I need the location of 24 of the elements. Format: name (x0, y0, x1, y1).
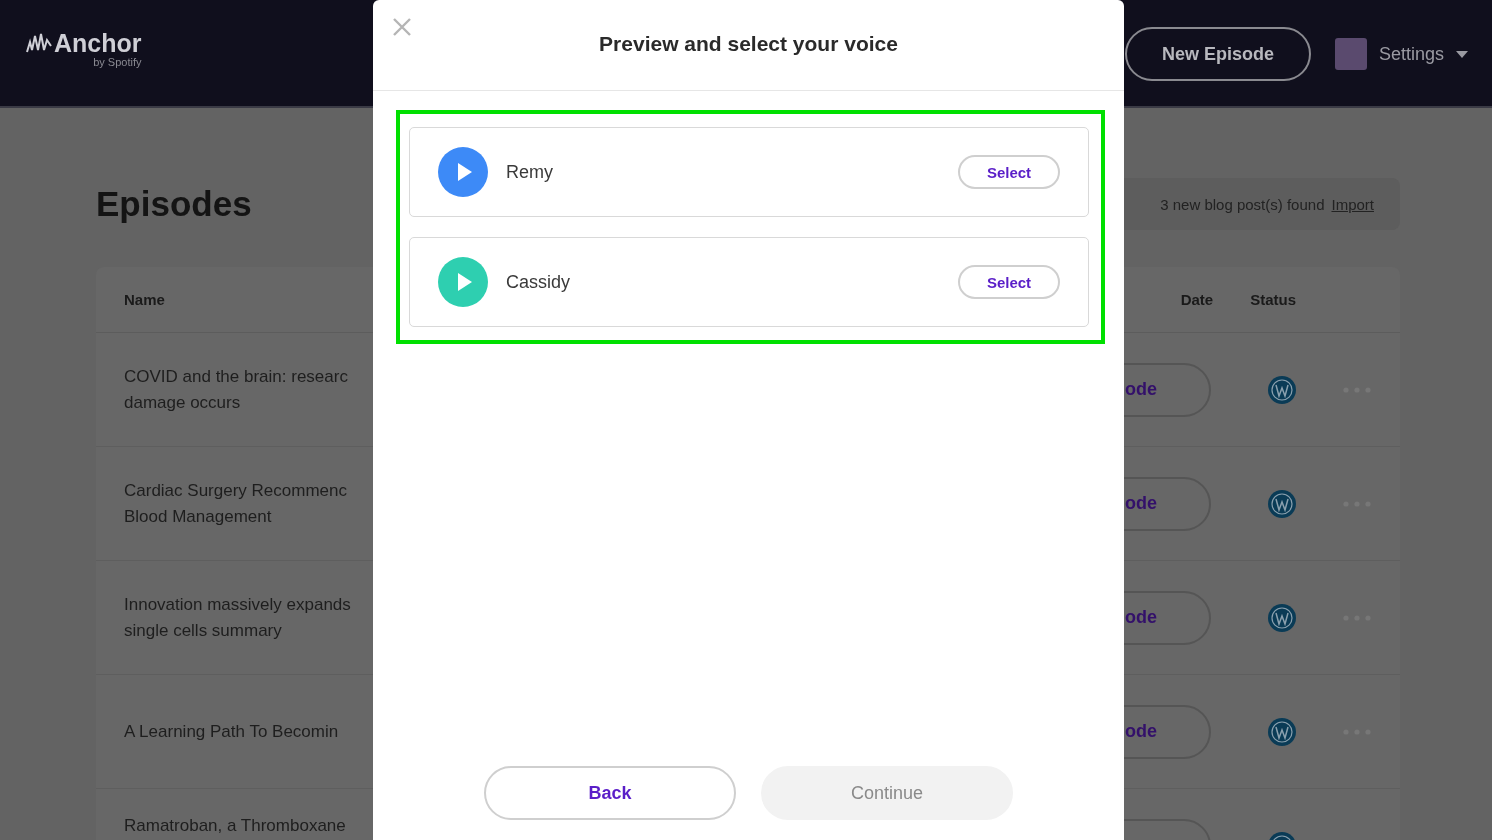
sound-wave-logo-icon (26, 32, 52, 54)
notice-text: 3 new blog post(s) found (1160, 195, 1325, 213)
settings-menu[interactable]: Settings (1378, 43, 1444, 65)
voice-name: Remy (506, 161, 554, 183)
select-button[interactable]: Select (958, 155, 1060, 189)
wordpress-icon (1267, 602, 1297, 633)
logo-text[interactable]: Anchor (54, 30, 142, 56)
wordpress-icon (1267, 488, 1297, 519)
column-header: Date (1180, 291, 1214, 308)
column-header: Name (124, 291, 166, 308)
wordpress-icon (1267, 374, 1297, 405)
column-header: Status (1250, 291, 1296, 308)
dialog-title: Preview and select your voice (599, 32, 898, 56)
caret-icon[interactable] (1456, 50, 1468, 58)
back-button[interactable]: Back (484, 766, 736, 820)
voice-name: Cassidy (506, 271, 572, 293)
close-icon[interactable] (392, 17, 412, 37)
wordpress-icon (1267, 716, 1297, 747)
logo-subtitle: by Spotify (93, 56, 142, 68)
play-icon[interactable] (438, 147, 488, 197)
page-title: Episodes (96, 184, 252, 224)
play-icon[interactable] (438, 257, 488, 307)
avatar-image[interactable] (1334, 38, 1367, 70)
select-button[interactable]: Select (958, 265, 1060, 299)
